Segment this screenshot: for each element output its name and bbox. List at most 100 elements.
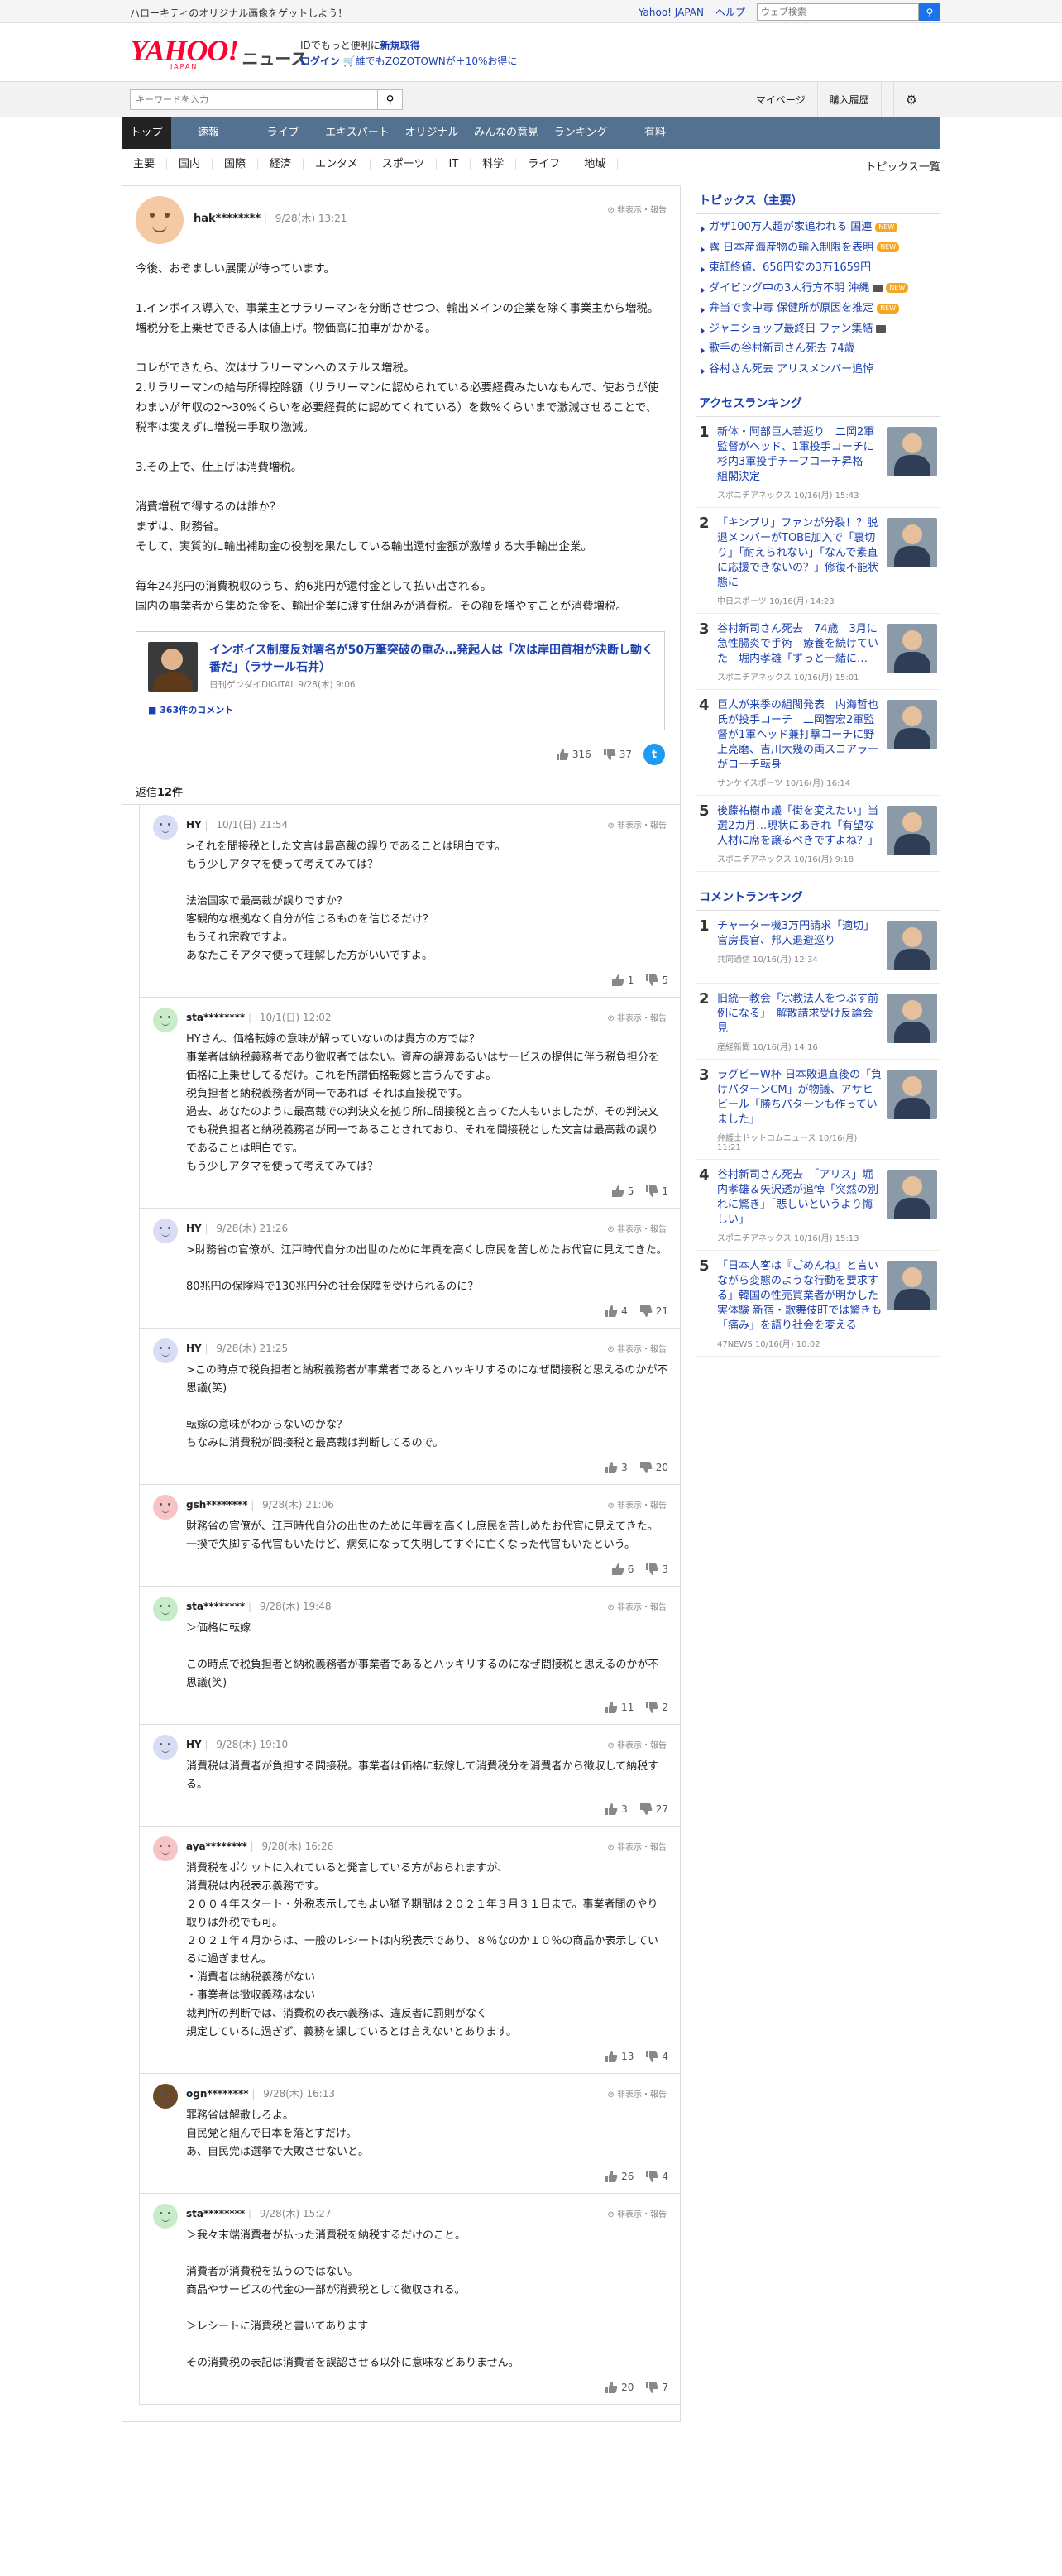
topic-link[interactable]: 東証終値、656円安の3万1659円 [709,261,871,274]
ranking-item[interactable]: 5 「日本人客は『ごめんね』と言いながら変態のような行動を要求する」韓国の性売買業… [696,1251,940,1357]
dislike-button[interactable]: 20 [639,1461,668,1474]
ranking-item[interactable]: 5 後藤祐樹市議「街を変えたい」当選2カ月…現状にあきれ「有望な人材に席を譲るべき… [696,796,940,872]
promo-link[interactable]: ハローキティのオリジナル画像をゲットしよう！ [130,6,347,20]
login-link[interactable]: ログイン [300,55,340,67]
topics-list-link[interactable]: トピックス一覧 [865,158,940,174]
topic-item[interactable]: 谷村さん死去 アリスメンバー追悼 [696,360,940,381]
topic-item[interactable]: ジャニショップ最終日 ファン集結 [696,319,940,340]
ranking-title[interactable]: 谷村新司さん死去 74歳 3月に急性腸炎で手術 療養を続けていた 堀内孝雄「ずっ… [717,622,883,667]
category-nav-item[interactable]: スポーツ [371,159,438,170]
ranking-item[interactable]: 4 巨人が来季の組閣発表 内海哲也氏が投手コーチ 二岡智宏2軍監督が1軍ヘッド兼打… [696,690,940,796]
reply-user[interactable]: sta******** [186,1012,245,1023]
topic-link[interactable]: 露 日本産海産物の輸入制限を表明 [709,242,873,254]
keyword-search-button[interactable]: ⚲ [378,89,403,110]
reply-user[interactable]: sta******** [186,1601,245,1612]
topic-link[interactable]: 谷村さん死去 アリスメンバー追悼 [709,363,873,376]
report-link[interactable]: ⊘ 非表示・報告 [607,1738,667,1750]
ranking-item[interactable]: 1 チャーター機3万円請求「適切」官房長官、邦人退避巡り 共同通信 10/16(月)… [696,911,940,984]
category-nav-item[interactable]: エンタメ [304,159,371,170]
ranking-item[interactable]: 3 谷村新司さん死去 74歳 3月に急性腸炎で手術 療養を続けていた 堀内孝雄「ず… [696,614,940,690]
report-link[interactable]: ⊘ 非表示・報告 [607,1342,667,1354]
comment-user[interactable]: hak******** [194,213,261,225]
main-nav-item[interactable]: ランキング [543,117,618,149]
like-button[interactable]: 316 [556,748,591,761]
report-link[interactable]: ⊘ 非表示・報告 [607,1600,667,1612]
ranking-title[interactable]: 後藤祐樹市議「街を変えたい」当選2カ月…現状にあきれ「有望な人材に席を譲るべきで… [717,804,883,849]
reply-user[interactable]: gsh******** [186,1499,247,1511]
topic-item[interactable]: ガザ100万人超が家追われる 国連 NEW [696,218,940,238]
ranking-title[interactable]: チャーター機3万円請求「適切」官房長官、邦人退避巡り [717,919,883,949]
ranking-title[interactable]: 巨人が来季の組閣発表 内海哲也氏が投手コーチ 二岡智宏2軍監督が1軍ヘッド兼打撃… [717,698,883,773]
reply-user[interactable]: HY [186,1739,202,1750]
dislike-button[interactable]: 3 [645,1563,668,1576]
ranking-title[interactable]: 旧統一教会「宗教法人をつぶす前例になる」 解散請求受け反論会見 [717,992,883,1037]
like-button[interactable]: 5 [611,1185,634,1198]
dislike-button[interactable]: 2 [645,1701,668,1714]
signup-link[interactable]: 新規取得 [380,40,420,51]
topic-link[interactable]: ダイビング中の3人行方不明 沖縄 [709,282,869,294]
ranking-item[interactable]: 1 新体・阿部巨人若返り 二岡2軍監督がヘッド、1軍投手コーチに杉内3軍投手チーフ… [696,417,940,508]
report-link[interactable]: ⊘ 非表示・報告 [607,203,667,215]
category-nav-item[interactable]: IT [437,159,471,170]
report-link[interactable]: ⊘ 非表示・報告 [607,1840,667,1852]
keyword-input[interactable] [130,89,378,110]
ranking-title[interactable]: 谷村新司さん死去 「アリス」堀内孝雄＆矢沢透が追悼「突然の別れに驚き」「悲しいと… [717,1168,883,1228]
like-button[interactable]: 3 [605,1803,628,1816]
dislike-button[interactable]: 5 [645,974,668,987]
mypage-link[interactable]: マイページ [743,82,817,117]
topic-item[interactable]: 東証終値、656円安の3万1659円 [696,258,940,279]
like-button[interactable]: 20 [605,2381,634,2394]
topic-item[interactable]: 露 日本産海産物の輸入制限を表明 NEW [696,238,940,259]
dislike-button[interactable]: 27 [639,1803,668,1816]
ranking-item[interactable]: 3 ラグビーW杯 日本敗退直後の「負けパターンCM」が物議、アサヒビール「勝ちパタ… [696,1060,940,1160]
ranking-item[interactable]: 4 谷村新司さん死去 「アリス」堀内孝雄＆矢沢透が追悼「突然の別れに驚き」「悲しい… [696,1160,940,1251]
dislike-button[interactable]: 4 [645,2170,668,2183]
report-link[interactable]: ⊘ 非表示・報告 [607,1498,667,1511]
ranking-title[interactable]: 新体・阿部巨人若返り 二岡2軍監督がヘッド、1軍投手コーチに杉内3軍投手チーフコ… [717,425,883,485]
ranking-title[interactable]: 「日本人客は『ごめんね』と言いながら変態のような行動を要求する」韓国の性売買業者… [717,1259,892,1333]
article-title[interactable]: インボイス制度反対署名が50万筆突破の重み…発起人は「次は岸田首相が決断し動く番… [209,642,656,677]
article-comment-count[interactable]: ■ 363件のコメント [148,703,233,716]
like-button[interactable]: 6 [611,1563,634,1576]
zozo-promo[interactable]: 誰でもZOZOTOWNが＋10%お得に [356,55,518,67]
topic-item[interactable]: 弁当で食中毒 保健所が原因を推定 NEW [696,299,940,319]
like-button[interactable]: 11 [605,1701,634,1714]
main-nav-item[interactable]: 有料 [618,117,692,149]
main-nav-item[interactable]: ライブ [246,117,320,149]
yahoo-news-logo[interactable]: YAHOO! JAPAN ニュース [130,36,307,70]
ranking-title[interactable]: ラグビーW杯 日本敗退直後の「負けパターンCM」が物議、アサヒビール「勝ちパター… [717,1068,883,1128]
category-nav-item[interactable]: ライフ [516,159,573,170]
dislike-button[interactable]: 4 [645,2050,668,2063]
settings-button[interactable]: ⚙ [880,82,940,117]
twitter-share-button[interactable]: t [643,744,665,765]
yahoo-japan-link[interactable]: Yahoo! JAPAN [639,7,704,18]
topic-item[interactable]: ダイビング中の3人行方不明 沖縄 NEW [696,279,940,299]
main-nav-item[interactable]: トップ [122,117,171,149]
reply-user[interactable]: HY [186,1223,202,1234]
ranking-item[interactable]: 2 旧統一教会「宗教法人をつぶす前例になる」 解散請求受け反論会見 産経新聞 10/… [696,984,940,1060]
like-button[interactable]: 26 [605,2170,634,2183]
web-search-button[interactable]: ⚲ [919,3,940,21]
reply-user[interactable]: HY [186,819,202,831]
topic-link[interactable]: ジャニショップ最終日 ファン集結 [709,323,873,335]
dislike-button[interactable]: 21 [639,1305,668,1318]
ranking-title[interactable]: 「キンプリ」ファンが分裂！？脱退メンバーがTOBE加入で「裏切り」「耐えられない… [717,516,883,591]
like-button[interactable]: 1 [611,974,634,987]
category-nav-item[interactable]: 国際 [213,159,259,170]
main-nav-item[interactable]: エキスパート [320,117,395,149]
category-nav-item[interactable]: 地域 [572,159,619,170]
reply-user[interactable]: aya******** [186,1841,247,1852]
category-nav-item[interactable]: 経済 [258,159,304,170]
main-nav-item[interactable]: みんなの意見 [469,117,543,149]
report-link[interactable]: ⊘ 非表示・報告 [607,2207,667,2219]
article-card[interactable]: インボイス制度反対署名が50万筆突破の重み…発起人は「次は岸田首相が決断し動く番… [136,631,665,730]
category-nav-item[interactable]: 科学 [471,159,517,170]
main-nav-item[interactable]: 速報 [171,117,246,149]
category-nav-item[interactable]: 主要 [122,159,168,170]
topic-link[interactable]: 歌手の谷村新司さん死去 74歳 [709,342,855,355]
category-nav-item[interactable]: 国内 [167,159,213,170]
topic-link[interactable]: 弁当で食中毒 保健所が原因を推定 [709,302,873,314]
like-button[interactable]: 4 [605,1305,628,1318]
reply-user[interactable]: ogn******** [186,2088,249,2100]
ranking-item[interactable]: 2 「キンプリ」ファンが分裂！？脱退メンバーがTOBE加入で「裏切り」「耐えられな… [696,508,940,614]
